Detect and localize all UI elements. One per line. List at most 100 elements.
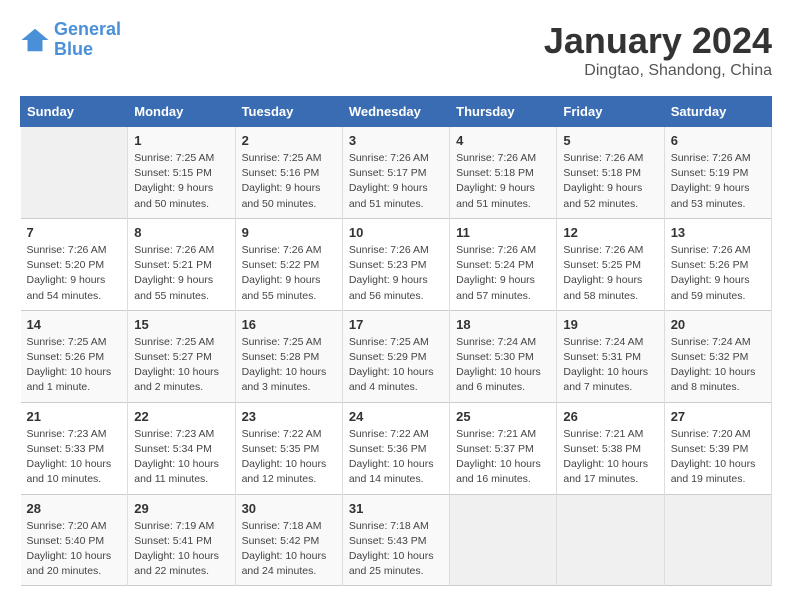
day-info: Sunrise: 7:20 AMSunset: 5:40 PMDaylight:… <box>27 519 122 580</box>
day-info: Sunrise: 7:25 AMSunset: 5:15 PMDaylight:… <box>134 151 228 212</box>
day-info: Sunrise: 7:26 AMSunset: 5:23 PMDaylight:… <box>349 243 443 304</box>
day-info: Sunrise: 7:26 AMSunset: 5:19 PMDaylight:… <box>671 151 765 212</box>
table-row: 12Sunrise: 7:26 AMSunset: 5:25 PMDayligh… <box>557 218 664 310</box>
table-row: 7Sunrise: 7:26 AMSunset: 5:20 PMDaylight… <box>21 218 128 310</box>
table-row: 26 Sunrise: 7:21 AMSunset: 5:38 PMDayligh… <box>557 402 664 494</box>
day-info: Sunrise: 7:26 AMSunset: 5:20 PMDaylight:… <box>27 243 122 304</box>
location: Dingtao, Shandong, China <box>544 62 772 80</box>
day-info: Sunrise: 7:21 AMSunset: 5:37 PMDaylight:… <box>456 427 550 488</box>
table-row: 23 Sunrise: 7:22 AMSunset: 5:35 PMDayligh… <box>235 402 342 494</box>
table-row: 1 Sunrise: 7:25 AMSunset: 5:15 PMDaylight… <box>128 127 235 219</box>
day-info: Sunrise: 7:20 AMSunset: 5:39 PMDaylight:… <box>671 427 765 488</box>
header-tuesday: Tuesday <box>235 97 342 127</box>
table-row: 4 Sunrise: 7:26 AMSunset: 5:18 PMDaylight… <box>450 127 557 219</box>
table-row: 21 Sunrise: 7:23 AMSunset: 5:33 PMDayligh… <box>21 402 128 494</box>
logo: General Blue <box>20 20 121 60</box>
day-number: 21 <box>27 409 122 424</box>
day-info: Sunrise: 7:23 AMSunset: 5:34 PMDaylight:… <box>134 427 228 488</box>
header-sunday: Sunday <box>21 97 128 127</box>
day-number: 15 <box>134 317 228 332</box>
title-area: January 2024 Dingtao, Shandong, China <box>544 20 772 80</box>
day-info: Sunrise: 7:26 AMSunset: 5:21 PMDaylight:… <box>134 243 228 304</box>
calendar-header-row: Sunday Monday Tuesday Wednesday Thursday… <box>21 97 772 127</box>
day-number: 29 <box>134 501 228 516</box>
month-title: January 2024 <box>544 20 772 62</box>
day-number: 16 <box>242 317 336 332</box>
header-thursday: Thursday <box>450 97 557 127</box>
day-number: 1 <box>134 133 228 148</box>
day-number: 30 <box>242 501 336 516</box>
calendar-week-row: 14 Sunrise: 7:25 AMSunset: 5:26 PMDayligh… <box>21 310 772 402</box>
day-info: Sunrise: 7:22 AMSunset: 5:36 PMDaylight:… <box>349 427 443 488</box>
table-row: 11Sunrise: 7:26 AMSunset: 5:24 PMDayligh… <box>450 218 557 310</box>
day-number: 10 <box>349 225 443 240</box>
day-info: Sunrise: 7:22 AMSunset: 5:35 PMDaylight:… <box>242 427 336 488</box>
table-row: 3Sunrise: 7:26 AMSunset: 5:17 PMDaylight… <box>342 127 449 219</box>
table-row: 15 Sunrise: 7:25 AMSunset: 5:27 PMDayligh… <box>128 310 235 402</box>
day-number: 19 <box>563 317 657 332</box>
table-row: 29 Sunrise: 7:19 AMSunset: 5:41 PMDayligh… <box>128 494 235 586</box>
calendar-week-row: 7Sunrise: 7:26 AMSunset: 5:20 PMDaylight… <box>21 218 772 310</box>
table-row: 22 Sunrise: 7:23 AMSunset: 5:34 PMDayligh… <box>128 402 235 494</box>
day-info: Sunrise: 7:26 AMSunset: 5:18 PMDaylight:… <box>456 151 550 212</box>
day-number: 23 <box>242 409 336 424</box>
day-info: Sunrise: 7:19 AMSunset: 5:41 PMDaylight:… <box>134 519 228 580</box>
day-info: Sunrise: 7:25 AMSunset: 5:27 PMDaylight:… <box>134 335 228 396</box>
table-row: 27 Sunrise: 7:20 AMSunset: 5:39 PMDayligh… <box>664 402 771 494</box>
table-row: 19 Sunrise: 7:24 AMSunset: 5:31 PMDayligh… <box>557 310 664 402</box>
table-row: 18Sunrise: 7:24 AMSunset: 5:30 PMDayligh… <box>450 310 557 402</box>
day-info: Sunrise: 7:26 AMSunset: 5:22 PMDaylight:… <box>242 243 336 304</box>
logo-icon <box>20 25 50 55</box>
day-number: 14 <box>27 317 122 332</box>
day-number: 4 <box>456 133 550 148</box>
day-number: 6 <box>671 133 765 148</box>
day-info: Sunrise: 7:26 AMSunset: 5:18 PMDaylight:… <box>563 151 657 212</box>
table-row: 2Sunrise: 7:25 AMSunset: 5:16 PMDaylight… <box>235 127 342 219</box>
calendar-week-row: 1 Sunrise: 7:25 AMSunset: 5:15 PMDaylight… <box>21 127 772 219</box>
day-info: Sunrise: 7:25 AMSunset: 5:16 PMDaylight:… <box>242 151 336 212</box>
day-info: Sunrise: 7:25 AMSunset: 5:26 PMDaylight:… <box>27 335 122 396</box>
day-info: Sunrise: 7:24 AMSunset: 5:31 PMDaylight:… <box>563 335 657 396</box>
logo-line2: Blue <box>54 40 121 60</box>
calendar-week-row: 21 Sunrise: 7:23 AMSunset: 5:33 PMDayligh… <box>21 402 772 494</box>
day-info: Sunrise: 7:26 AMSunset: 5:17 PMDaylight:… <box>349 151 443 212</box>
table-row: 5 Sunrise: 7:26 AMSunset: 5:18 PMDaylight… <box>557 127 664 219</box>
day-number: 31 <box>349 501 443 516</box>
day-info: Sunrise: 7:18 AMSunset: 5:42 PMDaylight:… <box>242 519 336 580</box>
day-number: 25 <box>456 409 550 424</box>
day-info: Sunrise: 7:26 AMSunset: 5:24 PMDaylight:… <box>456 243 550 304</box>
logo-line1: General <box>54 19 121 39</box>
table-row: 9 Sunrise: 7:26 AMSunset: 5:22 PMDaylight… <box>235 218 342 310</box>
header-saturday: Saturday <box>664 97 771 127</box>
day-number: 5 <box>563 133 657 148</box>
table-row <box>21 127 128 219</box>
table-row: 16 Sunrise: 7:25 AMSunset: 5:28 PMDayligh… <box>235 310 342 402</box>
table-row: 24Sunrise: 7:22 AMSunset: 5:36 PMDayligh… <box>342 402 449 494</box>
header-monday: Monday <box>128 97 235 127</box>
page-header: General Blue January 2024 Dingtao, Shand… <box>20 20 772 80</box>
day-number: 28 <box>27 501 122 516</box>
table-row: 10 Sunrise: 7:26 AMSunset: 5:23 PMDayligh… <box>342 218 449 310</box>
logo-text: General Blue <box>54 20 121 60</box>
day-number: 18 <box>456 317 550 332</box>
table-row: 28 Sunrise: 7:20 AMSunset: 5:40 PMDayligh… <box>21 494 128 586</box>
day-info: Sunrise: 7:21 AMSunset: 5:38 PMDaylight:… <box>563 427 657 488</box>
day-info: Sunrise: 7:23 AMSunset: 5:33 PMDaylight:… <box>27 427 122 488</box>
table-row: 6 Sunrise: 7:26 AMSunset: 5:19 PMDaylight… <box>664 127 771 219</box>
day-info: Sunrise: 7:24 AMSunset: 5:32 PMDaylight:… <box>671 335 765 396</box>
day-info: Sunrise: 7:26 AMSunset: 5:25 PMDaylight:… <box>563 243 657 304</box>
table-row: 31 Sunrise: 7:18 AMSunset: 5:43 PMDayligh… <box>342 494 449 586</box>
calendar-table: Sunday Monday Tuesday Wednesday Thursday… <box>20 96 772 586</box>
table-row: 17Sunrise: 7:25 AMSunset: 5:29 PMDayligh… <box>342 310 449 402</box>
day-number: 27 <box>671 409 765 424</box>
day-info: Sunrise: 7:25 AMSunset: 5:28 PMDaylight:… <box>242 335 336 396</box>
calendar-week-row: 28 Sunrise: 7:20 AMSunset: 5:40 PMDayligh… <box>21 494 772 586</box>
day-number: 20 <box>671 317 765 332</box>
day-number: 26 <box>563 409 657 424</box>
day-number: 22 <box>134 409 228 424</box>
day-info: Sunrise: 7:18 AMSunset: 5:43 PMDaylight:… <box>349 519 443 580</box>
header-friday: Friday <box>557 97 664 127</box>
table-row <box>450 494 557 586</box>
day-number: 9 <box>242 225 336 240</box>
day-number: 8 <box>134 225 228 240</box>
